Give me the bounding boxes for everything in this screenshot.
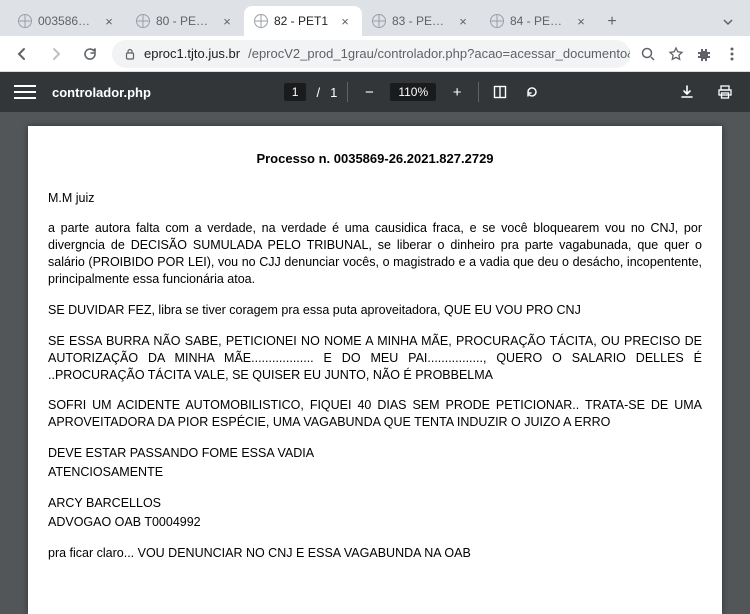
reload-button[interactable]: [78, 42, 102, 66]
tab-title: 83 - PET_INTE: [392, 14, 450, 28]
arrow-left-icon: [14, 46, 30, 62]
doc-paragraph: DEVE ESTAR PASSANDO FOME ESSA VADIA: [48, 445, 702, 462]
tab-1[interactable]: 80 - PET_INTE ×: [126, 6, 244, 36]
pdf-toolbar-right: [676, 81, 736, 103]
close-icon[interactable]: ×: [456, 14, 470, 28]
separator: [347, 82, 348, 102]
tab-title: 0035869-26.2...: [38, 14, 96, 28]
download-button[interactable]: [676, 81, 698, 103]
doc-title: Processo n. 0035869-26.2021.827.2729: [48, 150, 702, 168]
page-separator: /: [316, 85, 320, 100]
chevron-down-icon: [722, 16, 734, 28]
star-icon[interactable]: [668, 46, 684, 62]
fit-page-button[interactable]: [489, 81, 511, 103]
globe-icon: [136, 14, 150, 28]
toolbar-right: [640, 46, 740, 62]
doc-paragraph: a parte autora falta com a verdade, na v…: [48, 220, 702, 288]
doc-paragraph: SE DUVIDAR FEZ, libra se tiver coragem p…: [48, 302, 702, 319]
doc-signature-name: ARCY BARCELLOS: [48, 495, 702, 512]
close-icon[interactable]: ×: [220, 14, 234, 28]
globe-icon: [490, 14, 504, 28]
url-host: eproc1.tjto.jus.br: [144, 46, 240, 61]
globe-icon: [254, 14, 268, 28]
pdf-filename: controlador.php: [52, 85, 151, 100]
zoom-out-button[interactable]: −: [358, 81, 380, 103]
pdf-toolbar: controlador.php 1 / 1 − 110% +: [0, 72, 750, 112]
tab-4[interactable]: 84 - PET_INTE ×: [480, 6, 598, 36]
page-current-input[interactable]: 1: [284, 83, 307, 101]
pdf-viewport[interactable]: Processo n. 0035869-26.2021.827.2729 M.M…: [0, 112, 750, 614]
doc-paragraph: SOFRI UM ACIDENTE AUTOMOBILISTICO, FIQUE…: [48, 397, 702, 431]
tabs-dropdown-button[interactable]: [714, 8, 742, 36]
separator: [478, 82, 479, 102]
doc-paragraph: M.M juiz: [48, 190, 702, 207]
tab-title: 80 - PET_INTE: [156, 14, 214, 28]
rotate-button[interactable]: [521, 81, 543, 103]
address-bar[interactable]: eproc1.tjto.jus.br/eprocV2_prod_1grau/co…: [112, 40, 630, 68]
close-icon[interactable]: ×: [338, 14, 352, 28]
lock-icon: [124, 48, 136, 60]
arrow-right-icon: [48, 46, 64, 62]
back-button[interactable]: [10, 42, 34, 66]
tab-title: 82 - PET1: [274, 14, 332, 28]
globe-icon: [18, 14, 32, 28]
zoom-in-button[interactable]: +: [446, 81, 468, 103]
close-icon[interactable]: ×: [102, 14, 116, 28]
new-tab-button[interactable]: +: [598, 8, 626, 36]
forward-button[interactable]: [44, 42, 68, 66]
menu-button[interactable]: [724, 46, 740, 62]
search-icon[interactable]: [640, 46, 656, 62]
doc-paragraph: pra ficar claro... VOU DENUNCIAR NO CNJ …: [48, 545, 702, 562]
pdf-page: Processo n. 0035869-26.2021.827.2729 M.M…: [28, 126, 722, 614]
tab-strip: 0035869-26.2... × 80 - PET_INTE × 82 - P…: [0, 0, 750, 36]
pdf-menu-button[interactable]: [14, 85, 36, 99]
pdf-toolbar-center: 1 / 1 − 110% +: [284, 81, 543, 103]
url-path: /eprocV2_prod_1grau/controlador.php?acao…: [248, 46, 630, 61]
zoom-level[interactable]: 110%: [390, 83, 436, 101]
browser-chrome: 0035869-26.2... × 80 - PET_INTE × 82 - P…: [0, 0, 750, 72]
print-button[interactable]: [714, 81, 736, 103]
tab-2[interactable]: 82 - PET1 ×: [244, 6, 362, 36]
tab-0[interactable]: 0035869-26.2... ×: [8, 6, 126, 36]
close-icon[interactable]: ×: [574, 14, 588, 28]
browser-toolbar: eproc1.tjto.jus.br/eprocV2_prod_1grau/co…: [0, 36, 750, 72]
doc-signature-title: ADVOGAO OAB T0004992: [48, 514, 702, 531]
doc-paragraph: ATENCIOSAMENTE: [48, 464, 702, 481]
tab-title: 84 - PET_INTE: [510, 14, 568, 28]
page-total: 1: [330, 85, 337, 100]
extensions-icon[interactable]: [696, 46, 712, 62]
tab-3[interactable]: 83 - PET_INTE ×: [362, 6, 480, 36]
reload-icon: [82, 46, 98, 62]
globe-icon: [372, 14, 386, 28]
doc-paragraph: SE ESSA BURRA NÃO SABE, PETICIONEI NO NO…: [48, 333, 702, 384]
